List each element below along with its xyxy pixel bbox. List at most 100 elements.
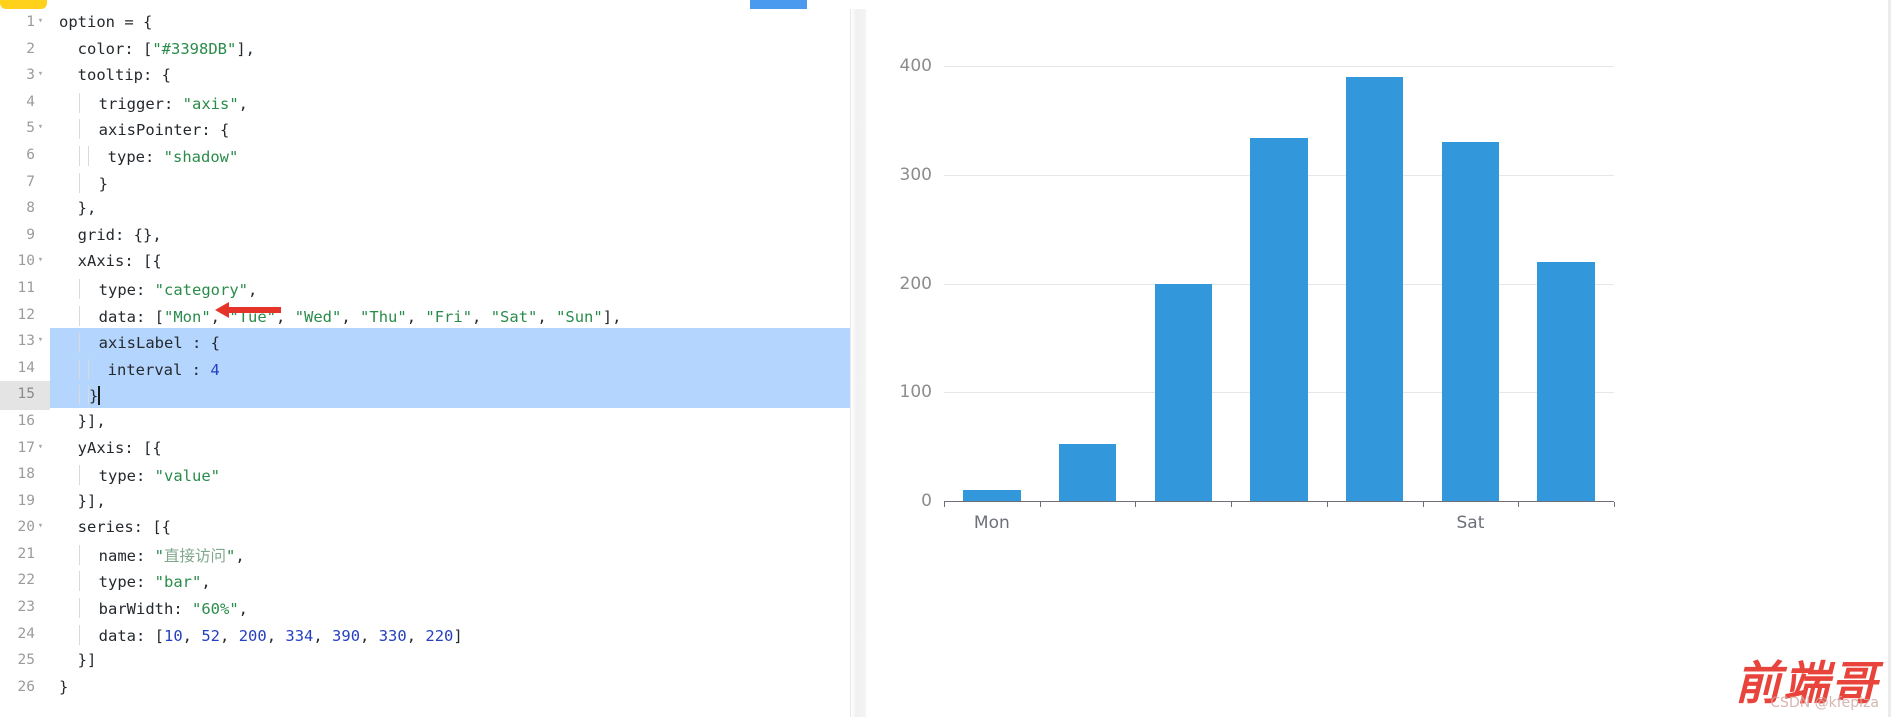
token-plain: ], (602, 307, 622, 326)
line-number-text: 24 (17, 625, 35, 642)
code-line-text[interactable]: axisPointer: { (50, 115, 229, 142)
line-number-4[interactable]: 4▾ (0, 89, 50, 118)
fold-toggle-icon[interactable]: ▾ (35, 327, 46, 354)
line-number-13[interactable]: 13 ▾ (0, 328, 50, 357)
pane-divider[interactable] (850, 0, 866, 717)
line-number-text: 14 (17, 359, 35, 376)
code-line-text[interactable]: } (50, 169, 108, 196)
line-number-2[interactable]: 2▾ (0, 36, 50, 65)
code-editor-pane[interactable]: 1▾option = {2▾ color: ["#3398DB"],3▾ too… (0, 0, 866, 717)
code-line-text[interactable]: type: "shadow" (50, 142, 238, 169)
code-line-text[interactable]: data: [10, 52, 200, 334, 390, 330, 220] (50, 621, 463, 648)
line-number-23[interactable]: 23▾ (0, 594, 50, 623)
code-line-text[interactable]: tooltip: { (50, 62, 171, 89)
code-line[interactable]: 21▾ name: "直接访问", (0, 541, 866, 568)
line-number-5[interactable]: 5 ▾ (0, 115, 50, 144)
code-line-text[interactable]: }], (50, 408, 106, 435)
code-line-text[interactable]: axisLabel : { (50, 328, 220, 355)
line-number-3[interactable]: 3 ▾ (0, 62, 50, 91)
code-line[interactable]: 10 ▾ xAxis: [{ (0, 248, 866, 275)
code-line[interactable]: 24▾ data: [10, 52, 200, 334, 390, 330, 2… (0, 621, 866, 648)
line-number-9[interactable]: 9▾ (0, 222, 50, 251)
code-line[interactable]: 8▾ }, (0, 195, 866, 222)
code-line-text[interactable]: } (50, 674, 68, 701)
line-number-7[interactable]: 7▾ (0, 169, 50, 198)
token-str: "Thu" (360, 307, 407, 326)
code-line-text[interactable]: } (50, 381, 101, 408)
line-number-12[interactable]: 12▾ (0, 302, 50, 331)
code-line-text[interactable]: type: "value" (50, 461, 220, 488)
fold-toggle-icon[interactable]: ▾ (35, 8, 46, 35)
line-number-6[interactable]: 6▾ (0, 142, 50, 171)
fold-toggle-icon[interactable]: ▾ (35, 61, 46, 88)
code-line[interactable]: 22▾ type: "bar", (0, 567, 866, 594)
code-line[interactable]: 20 ▾ series: [{ (0, 514, 866, 541)
line-number-22[interactable]: 22▾ (0, 567, 50, 596)
code-line-text[interactable]: data: ["Mon", "Tue", "Wed", "Thu", "Fri"… (50, 302, 621, 329)
token-str: "axis" (182, 94, 239, 113)
code-line-text[interactable]: option = { (50, 9, 152, 36)
fold-toggle-icon[interactable]: ▾ (35, 513, 46, 540)
code-line[interactable]: 23▾ barWidth: "60%", (0, 594, 866, 621)
code-line[interactable]: 15▾} (0, 381, 866, 410)
code-line[interactable]: 1 ▾ option = { (0, 9, 866, 36)
line-number-10[interactable]: 10 ▾ (0, 248, 50, 277)
line-number-17[interactable]: 17 ▾ (0, 435, 50, 464)
line-number-8[interactable]: 8▾ (0, 195, 50, 224)
code-line[interactable]: 9▾ grid: {}, (0, 222, 866, 249)
code-line[interactable]: 5 ▾ axisPointer: { (0, 115, 866, 142)
line-number-15[interactable]: 15▾ (0, 381, 50, 410)
code-line[interactable]: 18▾ type: "value" (0, 461, 866, 488)
line-number-19[interactable]: 19▾ (0, 488, 50, 517)
line-number-20[interactable]: 20 ▾ (0, 514, 50, 543)
line-number-11[interactable]: 11▾ (0, 275, 50, 304)
code-line-text[interactable]: series: [{ (50, 514, 171, 541)
line-number-21[interactable]: 21▾ (0, 541, 50, 570)
code-line-text[interactable]: color: ["#3398DB"], (50, 36, 255, 63)
tab-indicator-blue[interactable] (750, 0, 807, 9)
fold-toggle-icon[interactable]: ▾ (35, 114, 46, 141)
code-line[interactable]: 3 ▾ tooltip: { (0, 62, 866, 89)
code-line[interactable]: 7▾ } (0, 169, 866, 196)
code-line-text[interactable]: barWidth: "60%", (50, 594, 248, 621)
code-line[interactable]: 2▾ color: ["#3398DB"], (0, 36, 866, 63)
token-plain: , (406, 626, 426, 645)
code-line[interactable]: 11▾ type: "category", (0, 275, 866, 302)
code-lines-container[interactable]: 1▾option = {2▾ color: ["#3398DB"],3▾ too… (0, 9, 866, 717)
code-line[interactable]: 6▾ type: "shadow" (0, 142, 866, 169)
code-line-text[interactable]: trigger: "axis", (50, 89, 248, 116)
code-line-text[interactable]: }] (50, 647, 97, 674)
code-line[interactable]: 14▾ interval : 4 (0, 354, 866, 384)
code-line-text[interactable]: type: "category", (50, 275, 257, 302)
line-number-24[interactable]: 24▾ (0, 621, 50, 650)
code-line[interactable]: 26▾} (0, 674, 866, 701)
code-line-text[interactable]: xAxis: [{ (50, 248, 162, 275)
line-number-18[interactable]: 18▾ (0, 461, 50, 490)
code-line[interactable]: 4▾ trigger: "axis", (0, 89, 866, 116)
code-line-text[interactable]: interval : 4 (50, 355, 220, 382)
line-number-text: 22 (17, 572, 35, 589)
line-number-16[interactable]: 16▾ (0, 408, 50, 437)
line-number-1[interactable]: 1 ▾ (0, 9, 50, 38)
line-number-26[interactable]: 26▾ (0, 674, 50, 703)
code-line-text[interactable]: yAxis: [{ (50, 435, 162, 462)
tab-indicator-yellow[interactable] (0, 0, 47, 9)
code-line[interactable]: 19▾ }], (0, 488, 866, 515)
code-line[interactable]: 12▾ data: ["Mon", "Tue", "Wed", "Thu", "… (0, 302, 866, 329)
code-line[interactable]: 13 ▾ axisLabel : { (0, 328, 866, 355)
line-number-14[interactable]: 14▾ (0, 355, 50, 384)
fold-toggle-icon[interactable]: ▾ (35, 434, 46, 461)
code-line[interactable]: 16▾ }], (0, 408, 866, 435)
code-line-text[interactable]: }], (50, 488, 106, 515)
code-line-text[interactable]: type: "bar", (50, 567, 211, 594)
line-number-25[interactable]: 25▾ (0, 647, 50, 676)
code-line[interactable]: 17 ▾ yAxis: [{ (0, 435, 866, 462)
code-line-text[interactable]: name: "直接访问", (50, 541, 245, 568)
code-line-text[interactable]: }, (50, 195, 97, 222)
code-line-text[interactable]: grid: {}, (50, 222, 162, 249)
fold-toggle-icon[interactable]: ▾ (35, 247, 46, 274)
code-line[interactable]: 25▾ }] (0, 647, 866, 674)
